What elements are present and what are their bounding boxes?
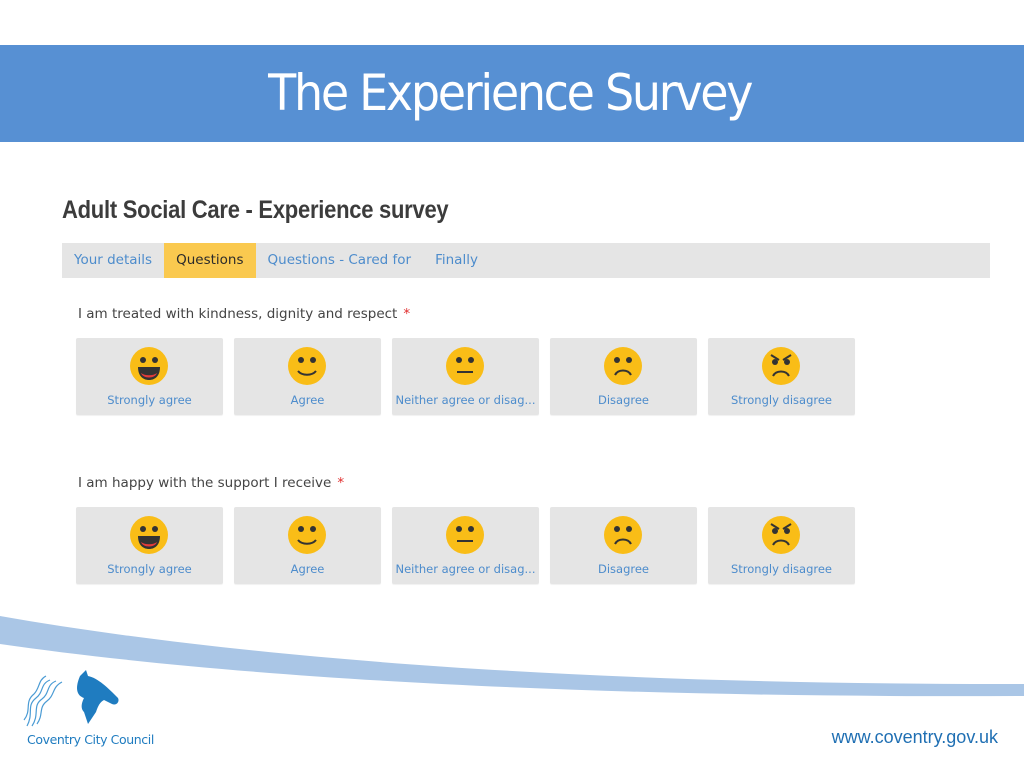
answer-option-strongly-disagree[interactable]: Strongly disagree	[708, 507, 855, 584]
option-label: Neither agree or disag...	[395, 562, 536, 576]
required-marker: *	[403, 306, 411, 322]
answer-option-agree[interactable]: Agree	[234, 507, 381, 584]
tab-finally[interactable]: Finally	[423, 243, 490, 278]
option-label: Strongly disagree	[730, 393, 833, 407]
answer-option-strongly-agree[interactable]: Strongly agree	[76, 338, 223, 415]
council-name: Coventry City Council	[27, 732, 154, 747]
title-banner: The Experience Survey	[0, 45, 1024, 142]
question-text: I am treated with kindness, dignity and …	[78, 306, 398, 322]
smiling-face-icon	[288, 516, 326, 554]
answer-option-neither-agree-or-disag[interactable]: Neither agree or disag...	[392, 507, 539, 584]
slide-title: The Experience Survey	[268, 64, 753, 122]
option-label: Disagree	[597, 562, 649, 576]
tab-questions-cared-for[interactable]: Questions - Cared for	[256, 243, 424, 278]
grinning-face-icon	[130, 516, 168, 554]
smiling-face-icon	[288, 347, 326, 385]
neutral-face-icon	[446, 347, 484, 385]
option-label: Strongly agree	[107, 393, 192, 407]
answer-option-disagree[interactable]: Disagree	[550, 507, 697, 584]
answer-option-strongly-disagree[interactable]: Strongly disagree	[708, 338, 855, 415]
neutral-face-icon	[446, 516, 484, 554]
grinning-face-icon	[130, 347, 168, 385]
question-text: I am happy with the support I receive	[78, 475, 332, 491]
option-label: Disagree	[597, 393, 649, 407]
survey-tab-bar: Your details Questions Questions - Cared…	[62, 243, 990, 278]
angry-face-icon	[762, 516, 800, 554]
question-1-options: Strongly agree Agree Neither agree or disa…	[76, 338, 855, 415]
angry-face-icon	[762, 347, 800, 385]
frowning-face-icon	[604, 516, 642, 554]
answer-option-disagree[interactable]: Disagree	[550, 338, 697, 415]
website-link[interactable]: www.coventry.gov.uk	[832, 727, 998, 748]
coventry-logo-icon	[23, 670, 119, 727]
required-marker: *	[337, 475, 345, 491]
question-1: I am treated with kindness, dignity and …	[78, 306, 410, 322]
answer-option-neither-agree-or-disag[interactable]: Neither agree or disag...	[392, 338, 539, 415]
question-2-options: Strongly agree Agree Neither agree or disa…	[76, 507, 855, 584]
option-label: Agree	[290, 562, 325, 576]
option-label: Strongly disagree	[730, 562, 833, 576]
question-2: I am happy with the support I receive *	[78, 475, 344, 491]
tab-your-details[interactable]: Your details	[62, 243, 164, 278]
decorative-swoosh	[0, 616, 1024, 697]
option-label: Neither agree or disag...	[395, 393, 536, 407]
frowning-face-icon	[604, 347, 642, 385]
answer-option-agree[interactable]: Agree	[234, 338, 381, 415]
form-title: Adult Social Care - Experience survey	[62, 196, 449, 224]
option-label: Agree	[290, 393, 325, 407]
tab-questions[interactable]: Questions	[164, 243, 256, 278]
answer-option-strongly-agree[interactable]: Strongly agree	[76, 507, 223, 584]
option-label: Strongly agree	[107, 562, 192, 576]
